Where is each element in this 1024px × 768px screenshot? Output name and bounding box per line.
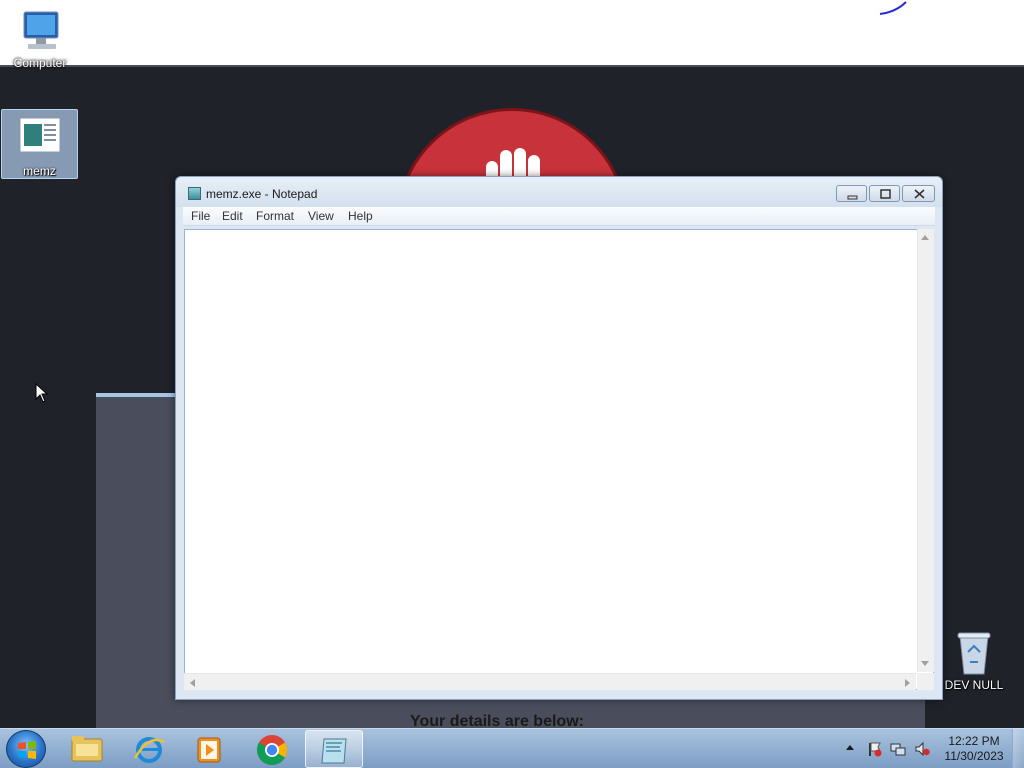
notepad-icon: [321, 738, 347, 764]
text-editor-area[interactable]: [184, 229, 934, 690]
title-bar[interactable]: memz.exe - Notepad: [176, 177, 942, 207]
taskbar-explorer[interactable]: [58, 730, 116, 768]
close-icon: [914, 189, 925, 199]
mouse-cursor-icon: [35, 383, 49, 403]
chrome-icon: [256, 735, 288, 766]
taskbar-media-player[interactable]: [180, 730, 238, 768]
desktop-icon-computer[interactable]: Computer: [8, 8, 72, 70]
taskbar-chrome[interactable]: [243, 730, 301, 768]
network-icon[interactable]: [890, 741, 906, 757]
close-button[interactable]: [902, 185, 935, 202]
menu-format[interactable]: Format: [256, 209, 294, 223]
action-center-flag-icon[interactable]: [866, 741, 882, 757]
desktop-icon-label: memz: [23, 164, 56, 178]
recycle-bin-icon: [950, 630, 998, 676]
windows-logo-icon: [18, 741, 36, 759]
top-banner: [0, 0, 1024, 67]
ie-icon: [133, 737, 165, 763]
show-desktop-button[interactable]: [1012, 729, 1024, 768]
squiggle-mark: [879, 1, 907, 15]
desktop-icon-dev-null[interactable]: DEV NULL: [942, 630, 1006, 692]
window-title: memz.exe - Notepad: [206, 187, 318, 201]
taskbar-internet-explorer[interactable]: [120, 730, 178, 768]
desktop-icon-label: Computer: [13, 56, 67, 70]
show-hidden-icons-button[interactable]: [846, 745, 854, 750]
taskbar-notepad[interactable]: [305, 730, 363, 768]
desktop-icon-memz[interactable]: memz: [1, 109, 78, 179]
media-player-icon: [197, 737, 221, 763]
computer-icon: [16, 8, 64, 54]
notepad-file-icon: [16, 116, 64, 162]
clock-time: 12:22 PM: [948, 734, 1000, 748]
minimize-button[interactable]: [836, 185, 867, 202]
menu-file[interactable]: File: [191, 209, 210, 223]
desktop-icon-label: DEV NULL: [944, 678, 1004, 692]
maximize-button[interactable]: [869, 185, 900, 202]
folder-icon: [71, 736, 103, 762]
clock-date: 11/30/2023: [944, 749, 1004, 763]
menu-edit[interactable]: Edit: [222, 209, 243, 223]
system-clock[interactable]: 12:22 PM 11/30/2023: [940, 734, 1008, 764]
notepad-icon: [188, 187, 201, 200]
menu-view[interactable]: View: [308, 209, 334, 223]
menu-help[interactable]: Help: [348, 209, 373, 223]
taskbar: 12:22 PM 11/30/2023: [0, 728, 1024, 768]
notepad-window[interactable]: memz.exe - Notepad File Edit Format View…: [175, 176, 943, 700]
minimize-icon: [847, 195, 858, 200]
start-button[interactable]: [6, 730, 46, 768]
maximize-icon: [880, 189, 891, 199]
volume-muted-icon[interactable]: [914, 741, 930, 757]
menu-bar: File Edit Format View Help: [183, 207, 935, 226]
